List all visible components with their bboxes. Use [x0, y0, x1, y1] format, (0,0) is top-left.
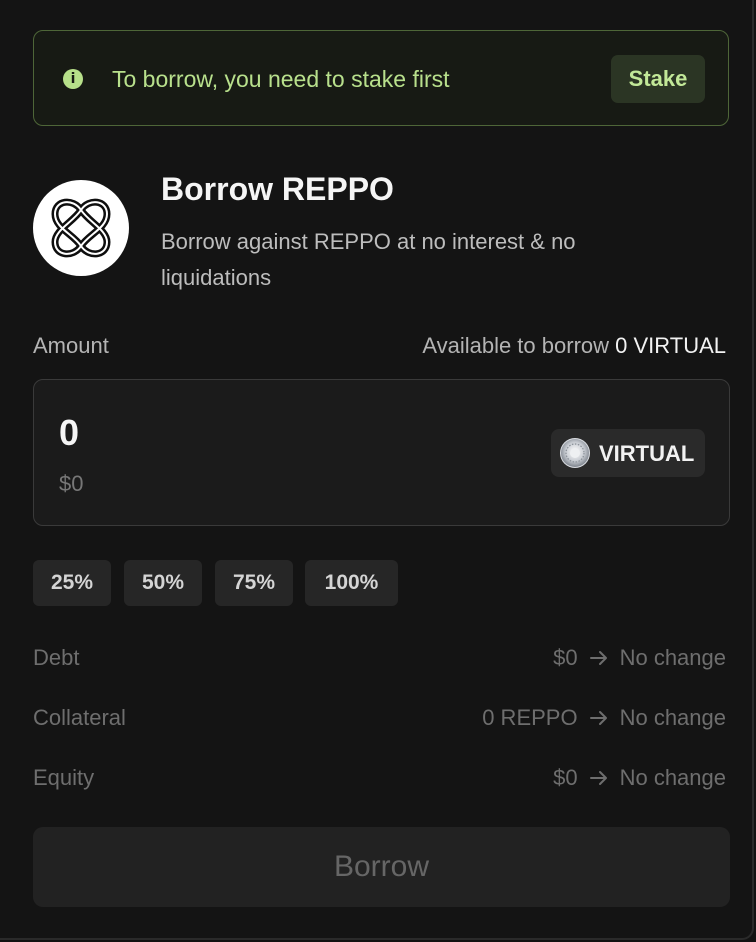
- pct-25-button[interactable]: 25%: [33, 560, 111, 606]
- amount-label: Amount: [33, 333, 109, 358]
- page-title: Borrow REPPO: [161, 171, 394, 207]
- available-label: Available to borrow: [422, 333, 610, 358]
- equity-change: No change: [619, 765, 726, 790]
- reppo-logo-icon: [33, 180, 129, 276]
- stake-button[interactable]: Stake: [611, 55, 705, 103]
- available-to-borrow: Available to borrow 0 VIRTUAL: [422, 332, 726, 360]
- equity-value: $0 No change: [553, 764, 726, 792]
- stake-required-alert: i To borrow, you need to stake first Sta…: [33, 30, 729, 126]
- equity-label: Equity: [33, 765, 95, 790]
- info-icon: i: [63, 69, 83, 89]
- pct-75-button[interactable]: 75%: [215, 560, 293, 606]
- token-label: VIRTUAL: [599, 441, 695, 466]
- alert-message: To borrow, you need to stake first: [112, 66, 450, 92]
- pct-50-button[interactable]: 50%: [124, 560, 202, 606]
- debt-change: No change: [619, 645, 726, 670]
- collateral-change: No change: [619, 705, 726, 730]
- borrow-button[interactable]: Borrow: [33, 827, 730, 907]
- equity-current: $0: [553, 765, 578, 790]
- debt-current: $0: [553, 645, 578, 670]
- page-subtitle: Borrow against REPPO at no interest & no…: [161, 229, 576, 290]
- amount-usd-value: $0: [59, 471, 84, 496]
- arrow-right-icon: [589, 771, 607, 785]
- arrow-right-icon: [589, 711, 607, 725]
- available-value: 0 VIRTUAL: [615, 333, 726, 358]
- amount-input[interactable]: 0: [59, 412, 79, 454]
- collateral-value: 0 REPPO No change: [482, 704, 726, 732]
- amount-input-box[interactable]: 0 $0 VIRTUAL: [33, 379, 730, 526]
- pct-100-button[interactable]: 100%: [305, 560, 398, 606]
- debt-label: Debt: [33, 645, 80, 670]
- arrow-right-icon: [589, 651, 607, 665]
- borrow-panel: i To borrow, you need to stake first Sta…: [0, 0, 754, 940]
- debt-value: $0 No change: [553, 644, 726, 672]
- token-selector-button[interactable]: VIRTUAL: [551, 429, 705, 477]
- collateral-label: Collateral: [33, 705, 126, 730]
- collateral-current: 0 REPPO: [482, 705, 578, 730]
- virtual-token-icon: [560, 438, 590, 468]
